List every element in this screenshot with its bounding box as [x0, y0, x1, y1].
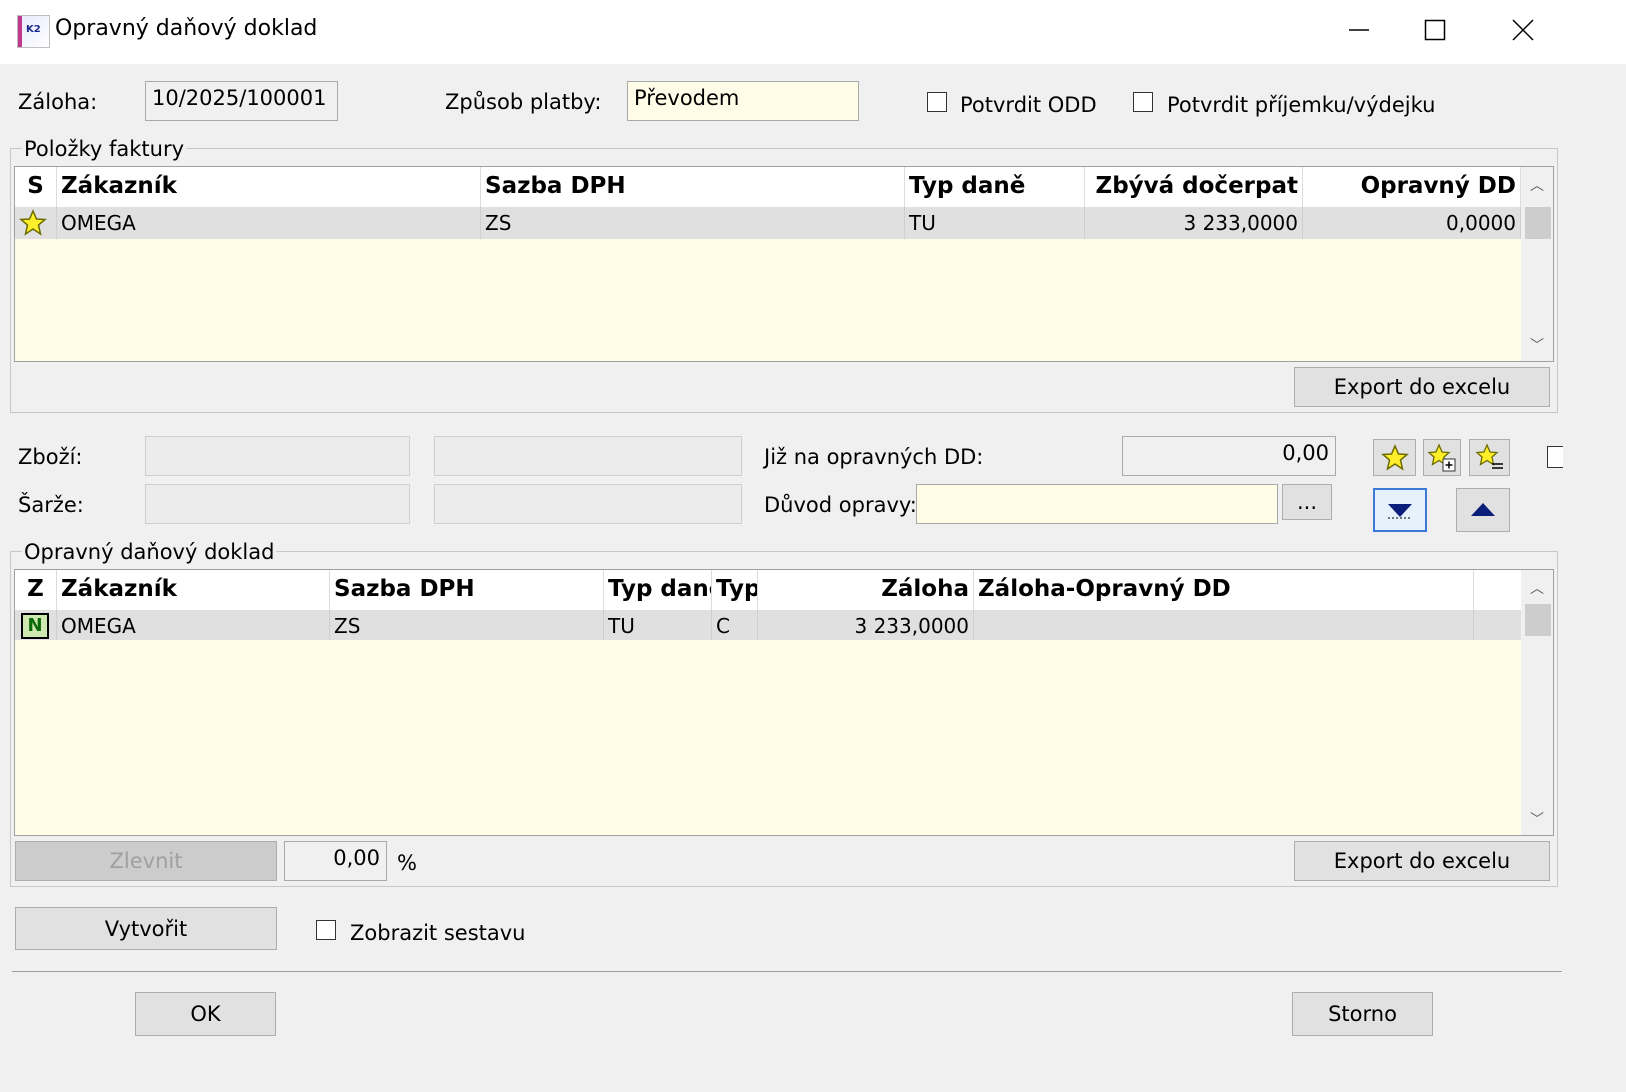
jiz-field[interactable]: 0,00 [1122, 436, 1336, 476]
zlevnit-button[interactable]: Zlevnit [15, 841, 277, 881]
star-icon [1380, 443, 1409, 471]
maximize-button[interactable] [1412, 10, 1458, 50]
col-header-zakaznik[interactable]: Zákazník [57, 167, 481, 207]
row-typ: C [712, 610, 758, 640]
add-star-button[interactable] [1423, 439, 1461, 476]
zobrazit-sestavu-label: Zobrazit sestavu [350, 921, 526, 945]
duvod-label: Důvod opravy: [764, 493, 917, 517]
polozky-grid[interactable]: S Zákazník Sazba DPH Typ daně Zbývá doče… [14, 166, 1554, 362]
percent-sign: % [397, 851, 417, 875]
col-header-sazba[interactable]: Sazba DPH [481, 167, 905, 207]
partial-checkbox[interactable] [1547, 446, 1563, 468]
col-header-typ-dane[interactable]: Typ daně [604, 570, 712, 610]
zbozi-label: Zboží: [18, 445, 83, 469]
scroll-thumb[interactable] [1525, 604, 1551, 636]
scroll-up-icon[interactable]: ︿ [1521, 578, 1553, 598]
scroll-up-icon[interactable]: ︿ [1521, 175, 1553, 195]
star-plus-icon [1427, 442, 1456, 471]
vytvorit-button[interactable]: Vytvořit [15, 907, 277, 950]
sarze-label: Šarže: [18, 493, 84, 517]
ok-button[interactable]: OK [135, 992, 276, 1036]
potvrdit-odd-label: Potvrdit ODD [960, 93, 1097, 117]
scroll-thumb[interactable] [1525, 207, 1551, 239]
close-icon [1512, 19, 1534, 41]
export-excel-button-top[interactable]: Export do excelu [1294, 367, 1550, 407]
col-header-zakaznik[interactable]: Zákazník [57, 570, 330, 610]
col-header-typ[interactable]: Typ [712, 570, 758, 610]
percent-field[interactable]: 0,00 [284, 841, 387, 881]
polozky-group-title: Položky faktury [22, 137, 187, 161]
col-header-zbyva[interactable]: Zbývá dočerpat [1085, 167, 1303, 207]
potvrdit-prijemku-checkbox[interactable] [1133, 92, 1153, 112]
row-typ-dane: TU [905, 207, 1085, 239]
row-zaloha-opravny [974, 610, 1474, 640]
scroll-down-icon[interactable]: ﹀ [1521, 809, 1553, 829]
arrow-down-icon [1388, 504, 1412, 519]
remove-star-button[interactable] [1469, 439, 1510, 476]
opravny-grid[interactable]: Z Zákazník Sazba DPH Typ daně Typ Záloha… [14, 569, 1554, 836]
col-header-zaloha[interactable]: Záloha [758, 570, 974, 610]
platba-field[interactable]: Převodem [627, 81, 859, 121]
new-row-button[interactable] [1373, 439, 1416, 476]
star-icon [15, 207, 57, 239]
potvrdit-prijemku-label: Potvrdit příjemku/výdejku [1167, 93, 1436, 117]
opravny-group-title: Opravný daňový doklad [22, 540, 277, 564]
zaloha-label: Záloha: [18, 90, 98, 114]
arrow-up-icon [1471, 503, 1495, 516]
storno-button[interactable]: Storno [1292, 992, 1433, 1036]
move-down-button[interactable] [1373, 488, 1427, 532]
col-header-zaloha-opravny[interactable]: Záloha-Opravný DD [974, 570, 1474, 610]
duvod-ellipsis-button[interactable]: ... [1282, 484, 1332, 520]
zbozi-name-field[interactable] [434, 436, 742, 476]
footer-divider [12, 971, 1562, 972]
star-minus-icon [1474, 442, 1503, 469]
polozky-scrollbar[interactable]: ︿ ﹀ [1521, 167, 1553, 361]
duvod-field[interactable] [916, 484, 1278, 524]
row-sazba: ZS [330, 610, 604, 640]
sarze-name-field[interactable] [434, 484, 742, 524]
status-n-icon: N [15, 610, 57, 640]
minimize-button[interactable] [1336, 10, 1382, 50]
window-title: Opravný daňový doklad [55, 16, 318, 41]
col-header-s[interactable]: S [15, 167, 57, 207]
maximize-icon [1424, 19, 1446, 41]
sarze-field[interactable] [145, 484, 410, 524]
minimize-icon [1349, 29, 1369, 31]
zbozi-field[interactable] [145, 436, 410, 476]
row-opravny: 0,0000 [1303, 207, 1521, 239]
opravny-grid-header: Z Zákazník Sazba DPH Typ daně Typ Záloha… [15, 570, 1553, 610]
row-zbyva: 3 233,0000 [1085, 207, 1303, 239]
row-sazba: ZS [481, 207, 905, 239]
row-zaloha: 3 233,0000 [758, 610, 974, 640]
row-zakaznik: OMEGA [57, 207, 481, 239]
scroll-down-icon[interactable]: ﹀ [1521, 335, 1553, 355]
app-logo-icon: K2 [17, 15, 50, 48]
col-header-z[interactable]: Z [15, 570, 57, 610]
col-header-opravny[interactable]: Opravný DD [1303, 167, 1521, 207]
polozky-grid-header: S Zákazník Sazba DPH Typ daně Zbývá doče… [15, 167, 1553, 207]
platba-label: Způsob platby: [445, 90, 602, 114]
export-excel-button-bottom[interactable]: Export do excelu [1294, 841, 1550, 881]
move-up-button[interactable] [1456, 488, 1510, 532]
zaloha-field[interactable]: 10/2025/100001 [145, 81, 338, 121]
zobrazit-sestavu-checkbox[interactable] [316, 920, 336, 940]
potvrdit-odd-checkbox[interactable] [927, 92, 947, 112]
table-row[interactable]: OMEGA ZS TU 3 233,0000 0,0000 [15, 207, 1553, 239]
close-button[interactable] [1500, 10, 1546, 50]
opravny-scrollbar[interactable]: ︿ ﹀ [1521, 570, 1553, 835]
col-header-sazba[interactable]: Sazba DPH [330, 570, 604, 610]
row-typ-dane: TU [604, 610, 712, 640]
table-row[interactable]: N OMEGA ZS TU C 3 233,0000 [15, 610, 1553, 640]
jiz-label: Již na opravných DD: [764, 445, 984, 469]
row-zakaznik: OMEGA [57, 610, 330, 640]
col-header-typ-dane[interactable]: Typ daně [905, 167, 1085, 207]
